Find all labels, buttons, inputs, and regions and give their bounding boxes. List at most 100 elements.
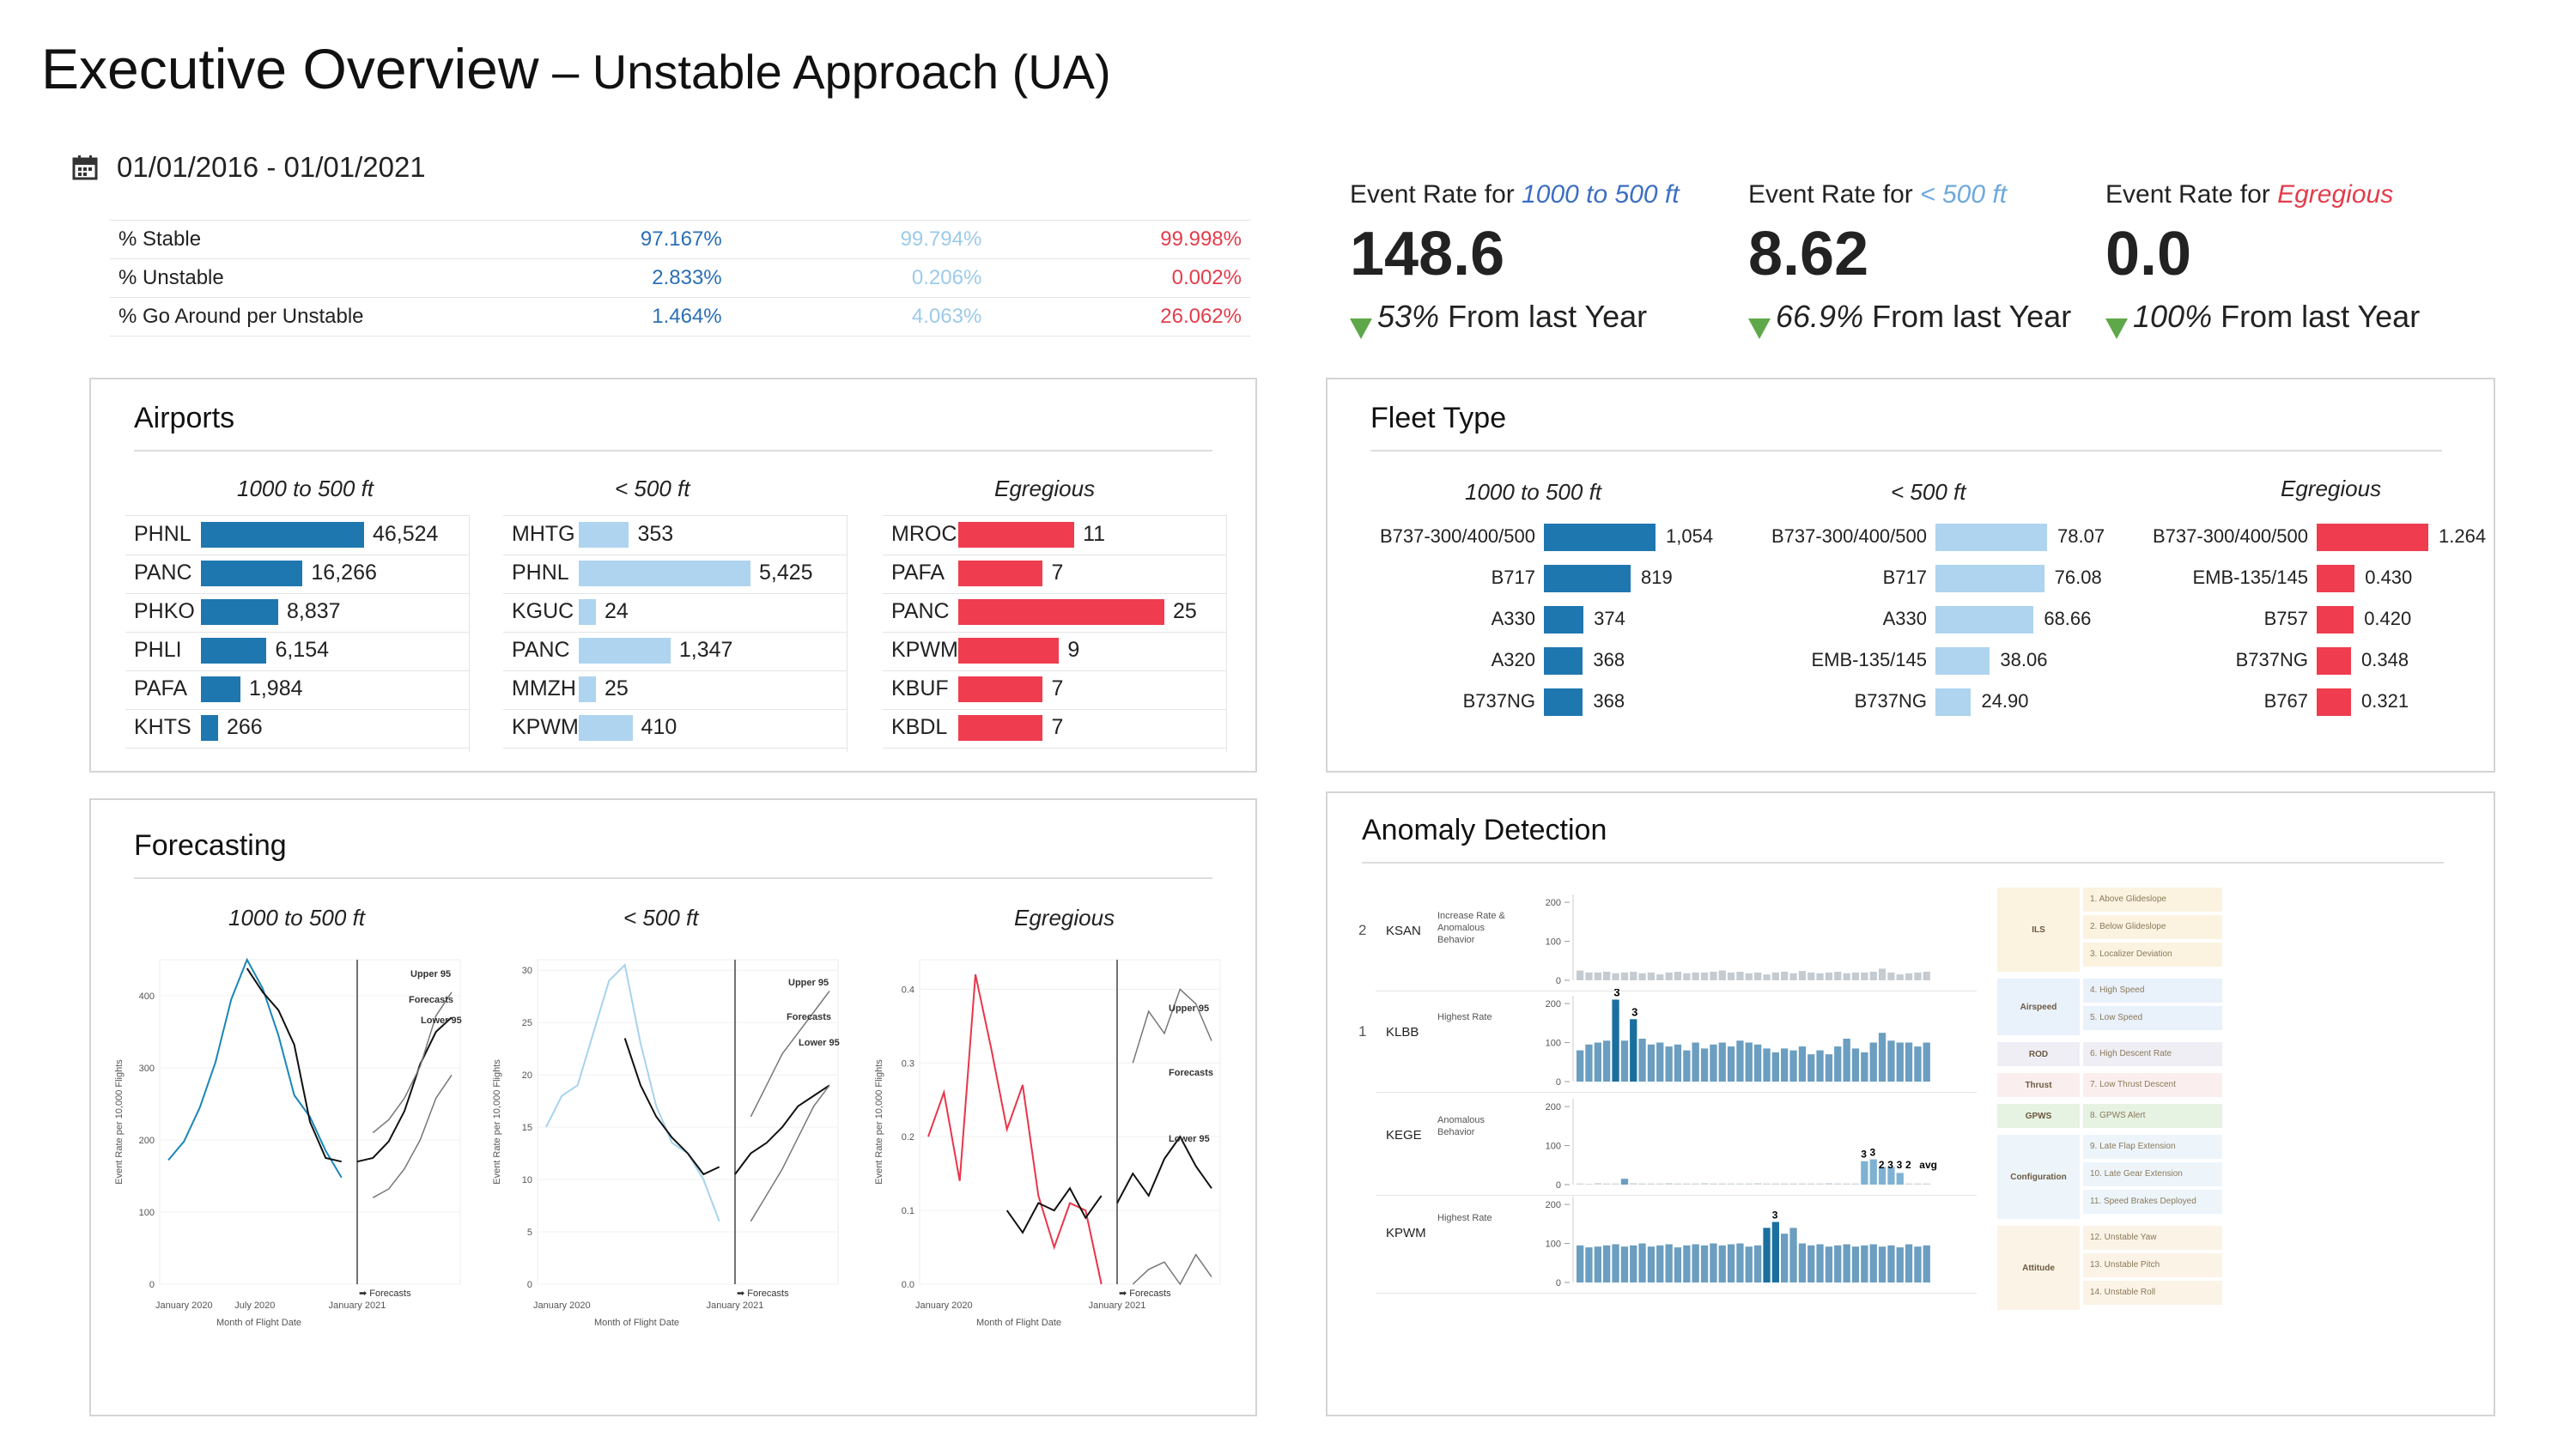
anomaly-bar[interactable] <box>1789 973 1797 980</box>
anomaly-bar[interactable] <box>1577 1050 1584 1082</box>
anomaly-bar[interactable] <box>1665 1244 1673 1283</box>
anomaly-bar[interactable] <box>1843 973 1850 980</box>
anomaly-bar[interactable] <box>1905 973 1913 980</box>
anomaly-bar[interactable] <box>1763 1048 1771 1082</box>
category-item[interactable]: 13. Unstable Pitch <box>2083 1253 2222 1277</box>
anomaly-bar[interactable] <box>1665 972 1673 980</box>
anomaly-bar[interactable] <box>1798 1183 1807 1185</box>
anomaly-bar[interactable] <box>1692 1183 1699 1185</box>
anomaly-bar[interactable] <box>1620 1246 1629 1282</box>
airport-bar[interactable] <box>201 522 364 548</box>
anomaly-bar[interactable] <box>1577 970 1584 980</box>
airport-bar[interactable] <box>201 599 278 625</box>
anomaly-bar[interactable] <box>1656 974 1664 980</box>
category-item[interactable]: 12. Unstable Yaw <box>2083 1226 2222 1250</box>
anomaly-bar[interactable] <box>1745 1042 1753 1082</box>
anomaly-bar[interactable] <box>1638 1243 1646 1283</box>
anomaly-bar[interactable] <box>1754 1044 1762 1082</box>
airport-bar[interactable] <box>579 599 596 625</box>
category-item[interactable]: 14. Unstable Roll <box>2083 1281 2222 1305</box>
fleet-bar[interactable] <box>2317 688 2351 716</box>
anomaly-bar[interactable] <box>1710 1243 1717 1283</box>
airport-bar[interactable] <box>579 638 671 664</box>
anomaly-bar[interactable] <box>1594 972 1601 980</box>
anomaly-bar[interactable] <box>1781 1234 1789 1282</box>
anomaly-bar[interactable] <box>1825 1246 1833 1282</box>
anomaly-bar[interactable] <box>1630 972 1637 980</box>
anomaly-bar[interactable] <box>1647 972 1656 980</box>
anomaly-bar[interactable] <box>1896 1042 1904 1082</box>
fleet-bar[interactable] <box>1544 565 1631 592</box>
anomaly-bar[interactable] <box>1807 1183 1815 1185</box>
anomaly-bar[interactable] <box>1700 1245 1709 1282</box>
anomaly-bar[interactable] <box>1861 1161 1868 1185</box>
anomaly-bar[interactable] <box>1727 972 1735 980</box>
anomaly-bar[interactable] <box>1923 1245 1930 1282</box>
anomaly-bar[interactable] <box>1914 1046 1922 1082</box>
fleet-bar[interactable] <box>2317 524 2428 551</box>
anomaly-bar[interactable] <box>1923 1183 1930 1185</box>
anomaly-bar[interactable] <box>1834 1183 1842 1185</box>
anomaly-bar[interactable] <box>1594 1246 1601 1282</box>
anomaly-bar[interactable] <box>1620 1179 1629 1185</box>
anomaly-bar[interactable] <box>1647 1183 1656 1185</box>
anomaly-bar[interactable] <box>1789 1228 1797 1282</box>
anomaly-bar[interactable] <box>1816 1183 1824 1185</box>
anomaly-bar[interactable] <box>1612 1244 1619 1283</box>
airport-bar[interactable] <box>579 522 629 548</box>
anomaly-bar[interactable] <box>1612 999 1619 1082</box>
anomaly-bar[interactable] <box>1771 972 1779 980</box>
anomaly-bar[interactable] <box>1825 1183 1833 1185</box>
anomaly-bar[interactable] <box>1577 1245 1584 1282</box>
anomaly-bar[interactable] <box>1683 1245 1691 1282</box>
anomaly-bar[interactable] <box>1727 1183 1735 1185</box>
category-item[interactable]: 4. High Speed <box>2083 979 2222 1003</box>
anomaly-bar[interactable] <box>1638 973 1646 980</box>
anomaly-bar[interactable] <box>1843 1039 1850 1082</box>
fleet-bar[interactable] <box>1544 688 1583 716</box>
anomaly-bar[interactable] <box>1763 974 1771 980</box>
anomaly-bar[interactable] <box>1923 972 1930 980</box>
anomaly-bar[interactable] <box>1727 1046 1735 1082</box>
anomaly-bar[interactable] <box>1771 1222 1779 1283</box>
fleet-bar[interactable] <box>2317 565 2355 592</box>
anomaly-bar[interactable] <box>1869 972 1877 980</box>
anomaly-bar-chart[interactable]: 0 100 200 3 <box>1525 1190 1954 1291</box>
anomaly-bar[interactable] <box>1807 1245 1815 1282</box>
airport-bar[interactable] <box>958 638 1060 664</box>
category-item[interactable]: 3. Localizer Deviation <box>2083 943 2222 967</box>
fleet-bar[interactable] <box>2317 606 2354 634</box>
anomaly-bar[interactable] <box>1754 1183 1762 1185</box>
anomaly-bar[interactable] <box>1594 1183 1601 1185</box>
anomaly-bar[interactable] <box>1789 1183 1797 1185</box>
anomaly-bar[interactable] <box>1585 1044 1593 1082</box>
anomaly-bar[interactable] <box>1630 1019 1637 1082</box>
anomaly-bar[interactable] <box>1816 1050 1824 1082</box>
anomaly-bar[interactable] <box>1736 1183 1744 1185</box>
category-item[interactable]: 7. Low Thrust Descent <box>2083 1073 2222 1097</box>
anomaly-bar[interactable] <box>1869 1244 1877 1283</box>
fleet-bar[interactable] <box>1544 647 1583 675</box>
anomaly-bar[interactable] <box>1851 1246 1860 1282</box>
anomaly-bar[interactable] <box>1745 973 1753 980</box>
anomaly-bar[interactable] <box>1834 972 1842 980</box>
category-item[interactable]: 5. Low Speed <box>2083 1006 2222 1030</box>
airport-bar[interactable] <box>579 676 596 702</box>
anomaly-bar[interactable] <box>1665 1183 1673 1185</box>
airport-bar[interactable] <box>958 676 1043 702</box>
anomaly-bar[interactable] <box>1674 1183 1682 1185</box>
anomaly-bar[interactable] <box>1647 1246 1656 1282</box>
anomaly-bar[interactable] <box>1878 1246 1886 1282</box>
anomaly-bar[interactable] <box>1710 1183 1717 1185</box>
anomaly-bar[interactable] <box>1692 1244 1699 1283</box>
anomaly-bar[interactable] <box>1816 1244 1824 1283</box>
anomaly-bar[interactable] <box>1683 1183 1691 1185</box>
anomaly-bar[interactable] <box>1718 1183 1726 1185</box>
anomaly-bar[interactable] <box>1887 972 1895 980</box>
anomaly-bar[interactable] <box>1638 1039 1646 1082</box>
anomaly-bar[interactable] <box>1736 1040 1744 1082</box>
anomaly-bar[interactable] <box>1665 1046 1673 1082</box>
anomaly-bar[interactable] <box>1851 1048 1860 1082</box>
anomaly-bar[interactable] <box>1781 1183 1789 1185</box>
anomaly-bar[interactable] <box>1771 1183 1779 1185</box>
